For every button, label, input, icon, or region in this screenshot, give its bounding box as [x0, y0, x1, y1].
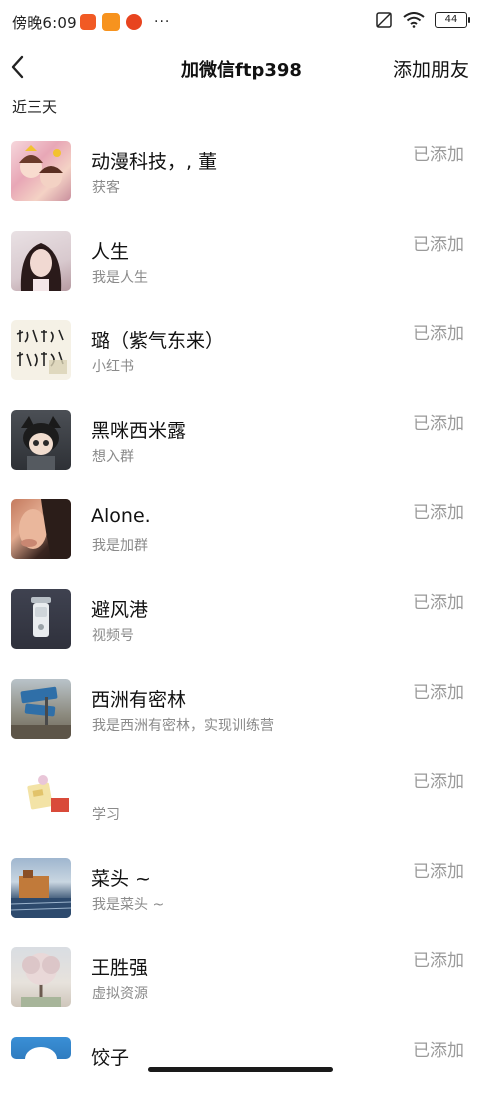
status-indicators: 44 [375, 12, 470, 28]
status-time: 傍晚6:09 [12, 14, 77, 32]
avatar[interactable] [11, 947, 71, 1008]
avatar[interactable] [11, 499, 71, 560]
friend-subtitle: 获客 [92, 180, 120, 196]
list-item[interactable]: 人生 我是人生 已添加 [0, 216, 483, 306]
friend-name: 饺子 [91, 1046, 130, 1069]
avatar[interactable] [11, 1036, 71, 1059]
friend-subtitle: 小红书 [92, 359, 134, 376]
list-item[interactable]: 璐（紫气东来） 小红书 已添加 [0, 305, 483, 395]
list-item[interactable]: 学习 已添加 [0, 753, 483, 843]
added-status: 已添加 [413, 145, 464, 165]
friend-name: 菜头 ~ [91, 867, 151, 890]
added-status: 已添加 [413, 592, 464, 613]
friend-name: 避风港 [91, 598, 149, 621]
section-label: 近三天 [12, 98, 58, 116]
status-bar: 傍晚6:09 ··· 44 [0, 0, 483, 44]
added-status: 已添加 [413, 861, 464, 882]
friend-name: 人生 [91, 240, 130, 263]
friend-subtitle: 我是人生 [92, 269, 148, 286]
list-item[interactable]: Alone. 我是加群 已添加 [0, 484, 483, 574]
friend-name: 黑咪西米露 [91, 419, 187, 442]
friend-name: 璐（紫气东来） [91, 330, 225, 353]
added-status: 已添加 [413, 1040, 464, 1061]
added-status: 已添加 [413, 682, 464, 703]
friend-name: Alone. [91, 505, 151, 528]
added-status: 已添加 [413, 951, 464, 972]
list-item[interactable]: 西洲有密林 我是西洲有密林，实现训练营 已添加 [0, 664, 483, 754]
list-item[interactable]: 菜头 ~ 我是菜头 ~ 已添加 [0, 843, 483, 933]
avatar[interactable] [11, 320, 71, 381]
friend-name: 王胜强 [91, 957, 149, 980]
added-status: 已添加 [413, 234, 464, 255]
friend-subtitle: 学习 [92, 807, 120, 824]
friend-subtitle: 我是加群 [92, 538, 148, 555]
friend-name: 动漫科技，, 董 [91, 151, 218, 173]
added-status: 已添加 [413, 413, 464, 434]
wifi-icon [403, 12, 425, 28]
added-status: 已添加 [413, 503, 464, 524]
notification-icons: ··· [80, 13, 170, 31]
added-status: 已添加 [413, 772, 464, 793]
avatar[interactable] [11, 230, 71, 291]
avatar[interactable] [11, 409, 71, 470]
list-item[interactable]: 王胜强 虚拟资源 已添加 [0, 932, 483, 1022]
avatar[interactable] [11, 857, 71, 918]
add-friend-button[interactable]: 添加朋友 [393, 55, 469, 82]
avatar[interactable] [11, 588, 71, 649]
more-notifications-icon: ··· [154, 14, 171, 30]
app-notification-icon [80, 14, 96, 30]
friend-subtitle: 虚拟资源 [92, 986, 148, 1003]
battery-icon: 44 [435, 12, 470, 28]
list-item[interactable]: 黑咪西米露 想入群 已添加 [0, 395, 483, 485]
added-status: 已添加 [413, 324, 464, 345]
avatar[interactable] [11, 768, 71, 829]
friend-subtitle: 我是西洲有密林，实现训练营 [92, 717, 274, 734]
friend-name: 西洲有密林 [91, 688, 187, 711]
friend-list: 动漫科技，, 董 获客 已添加 人生 我是人生 已添加 璐（紫气东来） 小红书 … [0, 126, 483, 1112]
avatar[interactable] [11, 141, 71, 201]
friend-subtitle: 想入群 [92, 448, 134, 465]
app-notification-icon [126, 14, 142, 30]
home-indicator[interactable] [148, 1067, 333, 1072]
app-notification-icon [102, 13, 120, 31]
friend-subtitle: 我是菜头 ~ [92, 896, 165, 913]
avatar[interactable] [11, 678, 71, 739]
friend-subtitle: 视频号 [92, 627, 134, 644]
header: 加微信ftp398 添加朋友 [0, 48, 483, 88]
list-item[interactable]: 动漫科技，, 董 获客 已添加 [0, 126, 483, 216]
list-item[interactable]: 避风港 视频号 已添加 [0, 574, 483, 664]
no-sim-icon [376, 12, 392, 28]
